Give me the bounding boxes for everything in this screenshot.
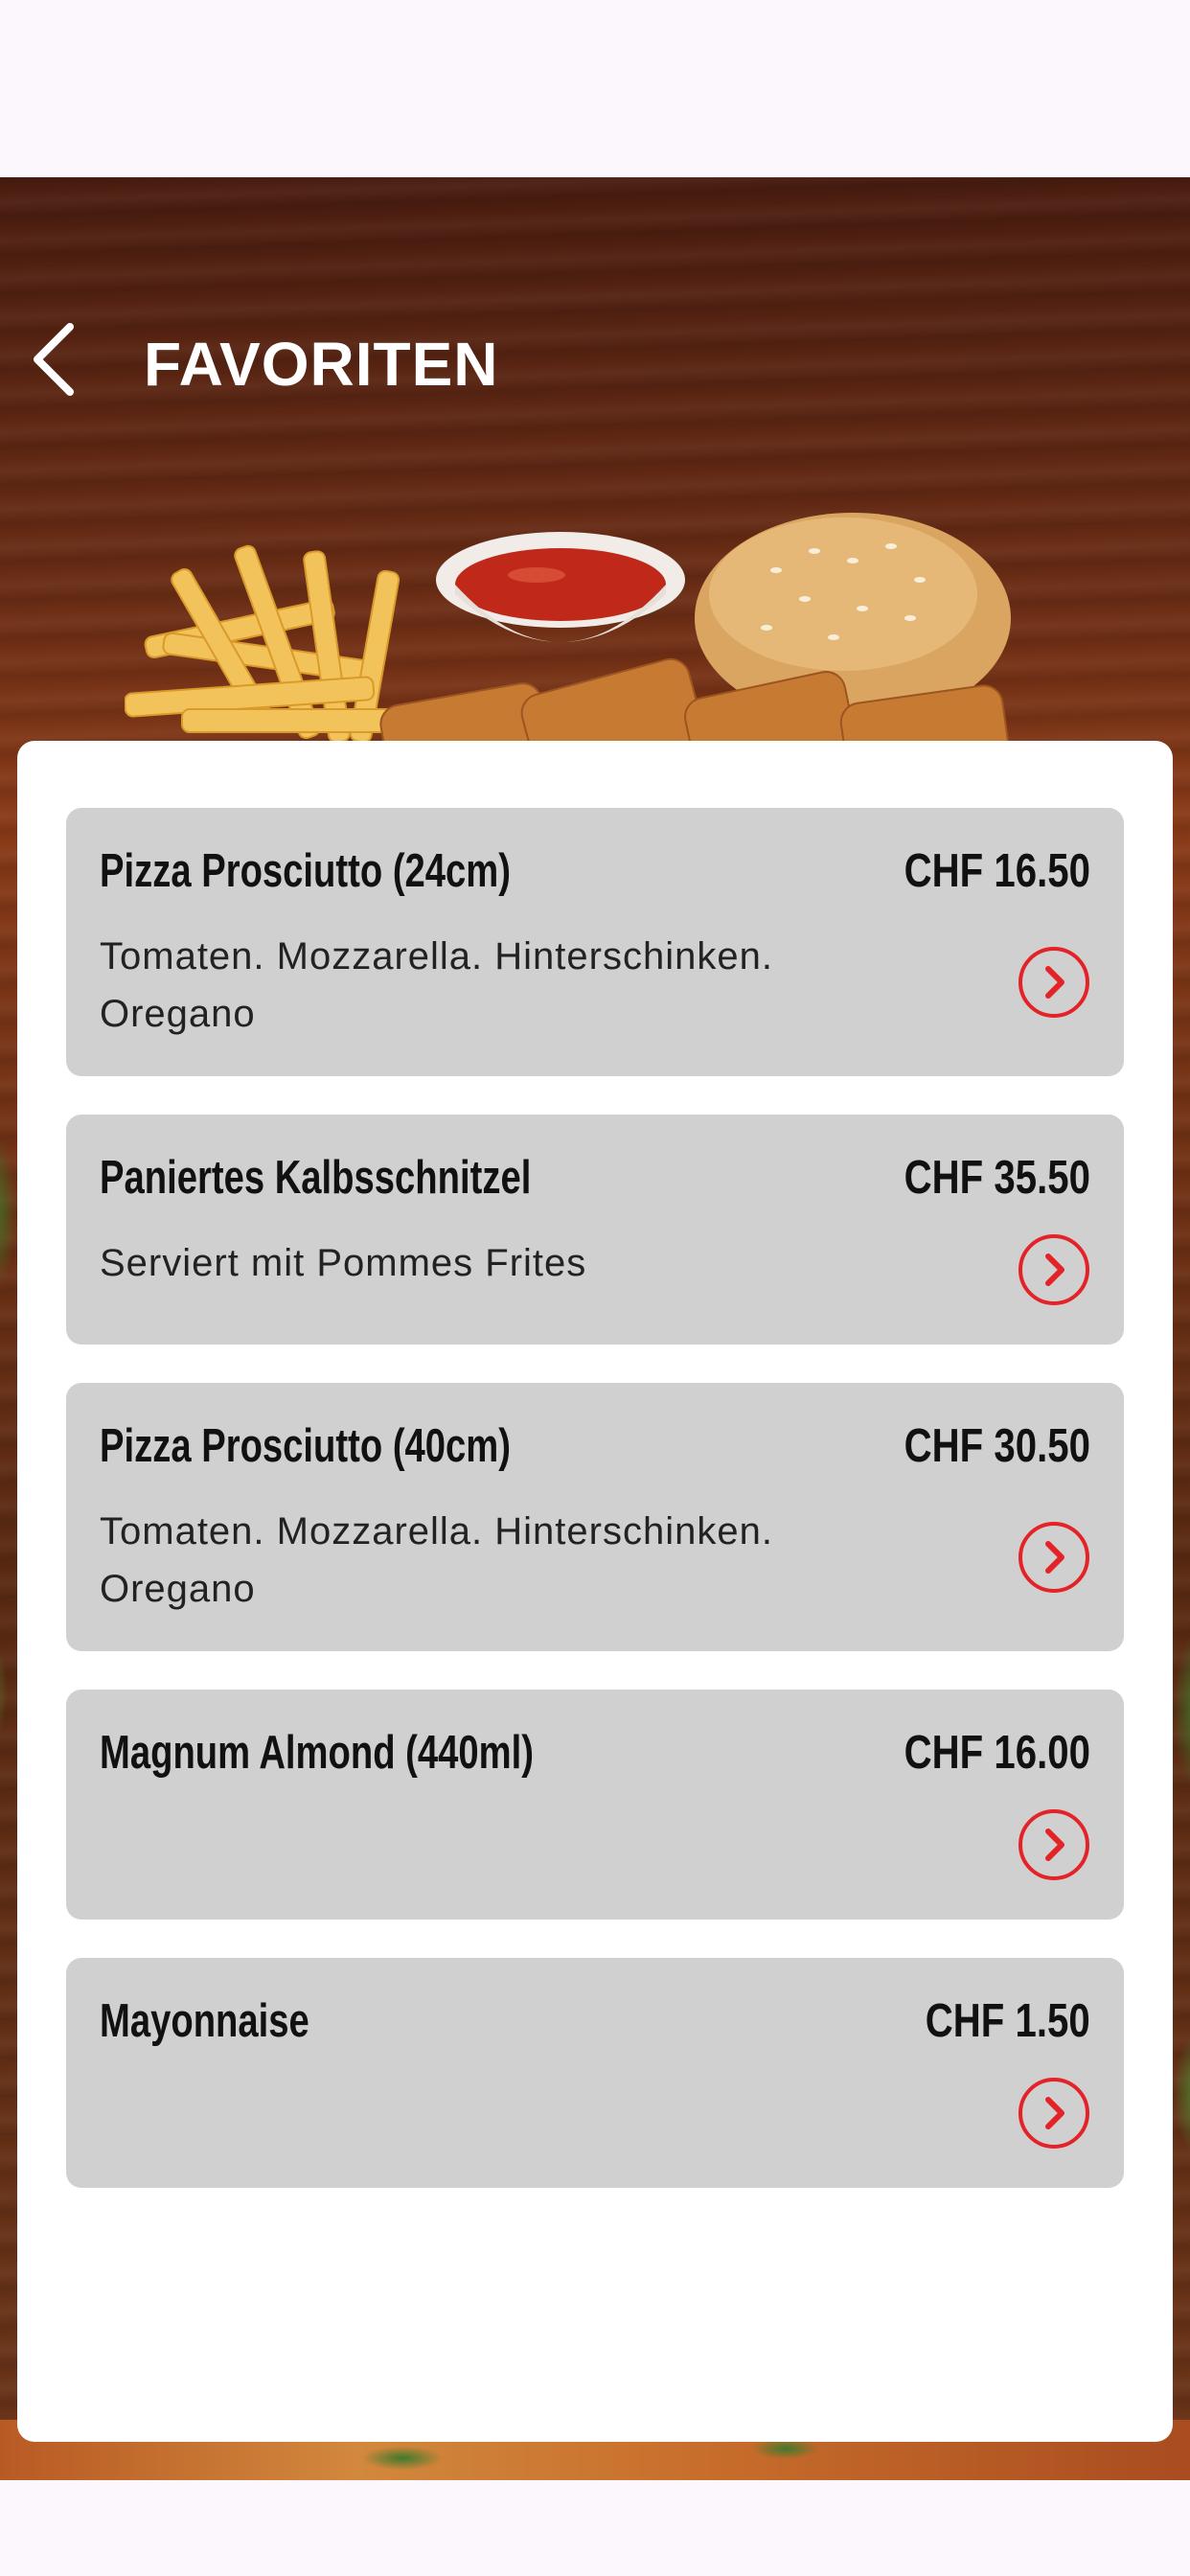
list-item[interactable]: Paniertes Kalbsschnitzel CHF 35.50 Servi… — [66, 1115, 1124, 1345]
item-name: Pizza Prosciutto (40cm) — [100, 1420, 512, 1472]
item-name: Pizza Prosciutto (24cm) — [100, 845, 512, 897]
item-price: CHF 30.50 — [904, 1420, 1090, 1472]
item-price: CHF 16.50 — [904, 845, 1090, 897]
item-price: CHF 16.00 — [904, 1727, 1090, 1779]
list-item[interactable]: Mayonnaise CHF 1.50 — [66, 1958, 1124, 2188]
favorites-panel: Pizza Prosciutto (24cm) CHF 16.50 Tomate… — [17, 741, 1173, 2442]
favorites-list: Pizza Prosciutto (24cm) CHF 16.50 Tomate… — [66, 808, 1124, 2226]
item-name: Mayonnaise — [100, 1995, 309, 2047]
home-indicator-area — [0, 2480, 1190, 2576]
item-description: Tomaten. Mozzarella. Hinterschinken. Ore… — [100, 1510, 773, 1610]
chevron-right-circle-icon[interactable] — [1018, 946, 1090, 1019]
item-name: Magnum Almond (440ml) — [100, 1727, 535, 1779]
item-price: CHF 35.50 — [904, 1152, 1090, 1204]
list-item[interactable]: Pizza Prosciutto (24cm) CHF 16.50 Tomate… — [66, 808, 1124, 1076]
page-title: FAVORITEN — [144, 330, 499, 399]
chevron-right-circle-icon[interactable] — [1018, 1233, 1090, 1306]
chevron-right-circle-icon[interactable] — [1018, 1808, 1090, 1881]
ketchup-illustration — [436, 532, 685, 642]
status-bar-area — [0, 0, 1190, 177]
item-description: Tomaten. Mozzarella. Hinterschinken. Ore… — [100, 935, 773, 1035]
chevron-left-icon — [34, 323, 74, 396]
item-description: Serviert mit Pommes Frites — [100, 1242, 587, 1284]
list-item[interactable]: Pizza Prosciutto (40cm) CHF 30.50 Tomate… — [66, 1383, 1124, 1651]
list-item[interactable]: Magnum Almond (440ml) CHF 16.00 — [66, 1690, 1124, 1920]
item-price: CHF 1.50 — [926, 1995, 1090, 2047]
back-button[interactable] — [19, 316, 86, 402]
chevron-right-circle-icon[interactable] — [1018, 2077, 1090, 2150]
header: FAVORITEN — [0, 316, 1190, 412]
item-name: Paniertes Kalbsschnitzel — [100, 1152, 532, 1204]
chevron-right-circle-icon[interactable] — [1018, 1521, 1090, 1594]
